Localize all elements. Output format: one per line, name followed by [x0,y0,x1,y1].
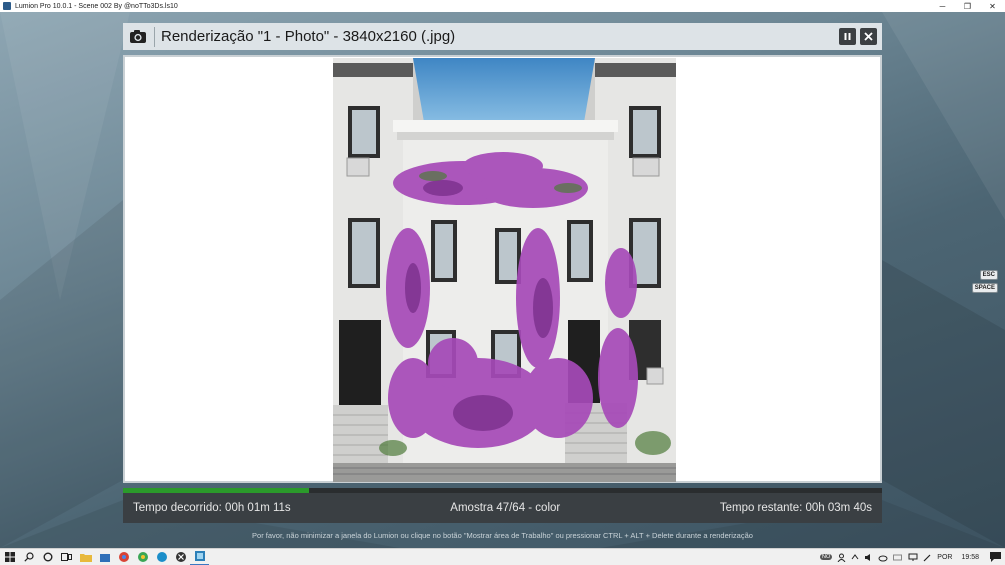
folder-icon [79,554,92,562]
taskbar: NO POR 19:58 [0,548,1005,565]
window-title: Lumion Pro 10.0.1 - Scene 002 By @noTTo3… [15,2,178,10]
close-window-button[interactable]: ✕ [980,0,1005,12]
notification-badge[interactable]: NO [820,554,833,560]
cortana-button[interactable] [38,549,57,565]
task-view-icon [61,553,72,561]
window-titlebar: Lumion Pro 10.0.1 - Scene 002 By @noTTo3… [0,0,1005,12]
elapsed-time: Tempo decorrido: 00h 01m 11s [133,502,291,514]
system-tray: NO POR 19:58 [820,552,1005,562]
search-icon [23,552,34,562]
pen-icon[interactable] [923,553,932,562]
app-icon [175,552,186,562]
volume-icon[interactable] [864,553,873,562]
battery-icon[interactable] [893,553,903,562]
camera-icon [128,27,148,47]
task-view-button[interactable] [57,549,76,565]
taskbar-chrome-alt[interactable] [133,549,152,565]
window-controls: ─ ❐ ✕ [930,0,1005,12]
chrome-icon [137,552,148,562]
people-icon[interactable] [837,553,846,562]
edge-icon [156,552,167,562]
restore-button[interactable]: ❐ [955,0,980,12]
search-button[interactable] [19,549,38,565]
space-key-hint: SPACE [971,283,998,293]
render-status-bar: Tempo decorrido: 00h 01m 11s Amostra 47/… [123,493,882,523]
language-indicator[interactable]: POR [937,554,952,561]
sample-counter: Amostra 47/64 - color [450,502,561,514]
taskbar-edge[interactable] [152,549,171,565]
taskbar-app[interactable] [171,549,190,565]
taskbar-lumion[interactable] [190,549,209,565]
chrome-icon [118,552,129,562]
render-controls [839,28,877,45]
cortana-icon [43,552,52,562]
render-warning: Por favor, não minimizar a janela do Lum… [252,531,753,540]
taskbar-store[interactable] [95,549,114,565]
header-divider [154,26,155,47]
start-button[interactable] [0,549,19,565]
network-icon[interactable] [908,553,918,562]
notifications-icon[interactable] [990,552,1001,562]
minimize-button[interactable]: ─ [930,0,955,12]
cloud-icon[interactable] [878,553,888,562]
render-title: Renderização "1 - Photo" - 3840x2160 (.j… [161,28,456,45]
esc-key-hint: ESC [979,270,998,280]
render-panel-header: Renderização "1 - Photo" - 3840x2160 (.j… [123,23,882,50]
lumion-app-icon [3,2,11,10]
clock[interactable]: 19:58 [961,554,979,561]
render-preview-image [333,58,676,482]
remaining-time: Tempo restante: 00h 03m 40s [719,502,872,514]
pause-button[interactable] [839,28,856,45]
lumion-icon [194,551,205,561]
taskbar-chrome[interactable] [114,549,133,565]
cancel-render-button[interactable] [860,28,877,45]
render-canvas [123,55,882,483]
pause-icon [844,33,851,40]
windows-icon [4,552,15,562]
close-icon [864,32,873,41]
chevron-up-icon[interactable] [851,553,859,561]
store-icon [99,554,110,562]
taskbar-file-explorer[interactable] [76,549,95,565]
